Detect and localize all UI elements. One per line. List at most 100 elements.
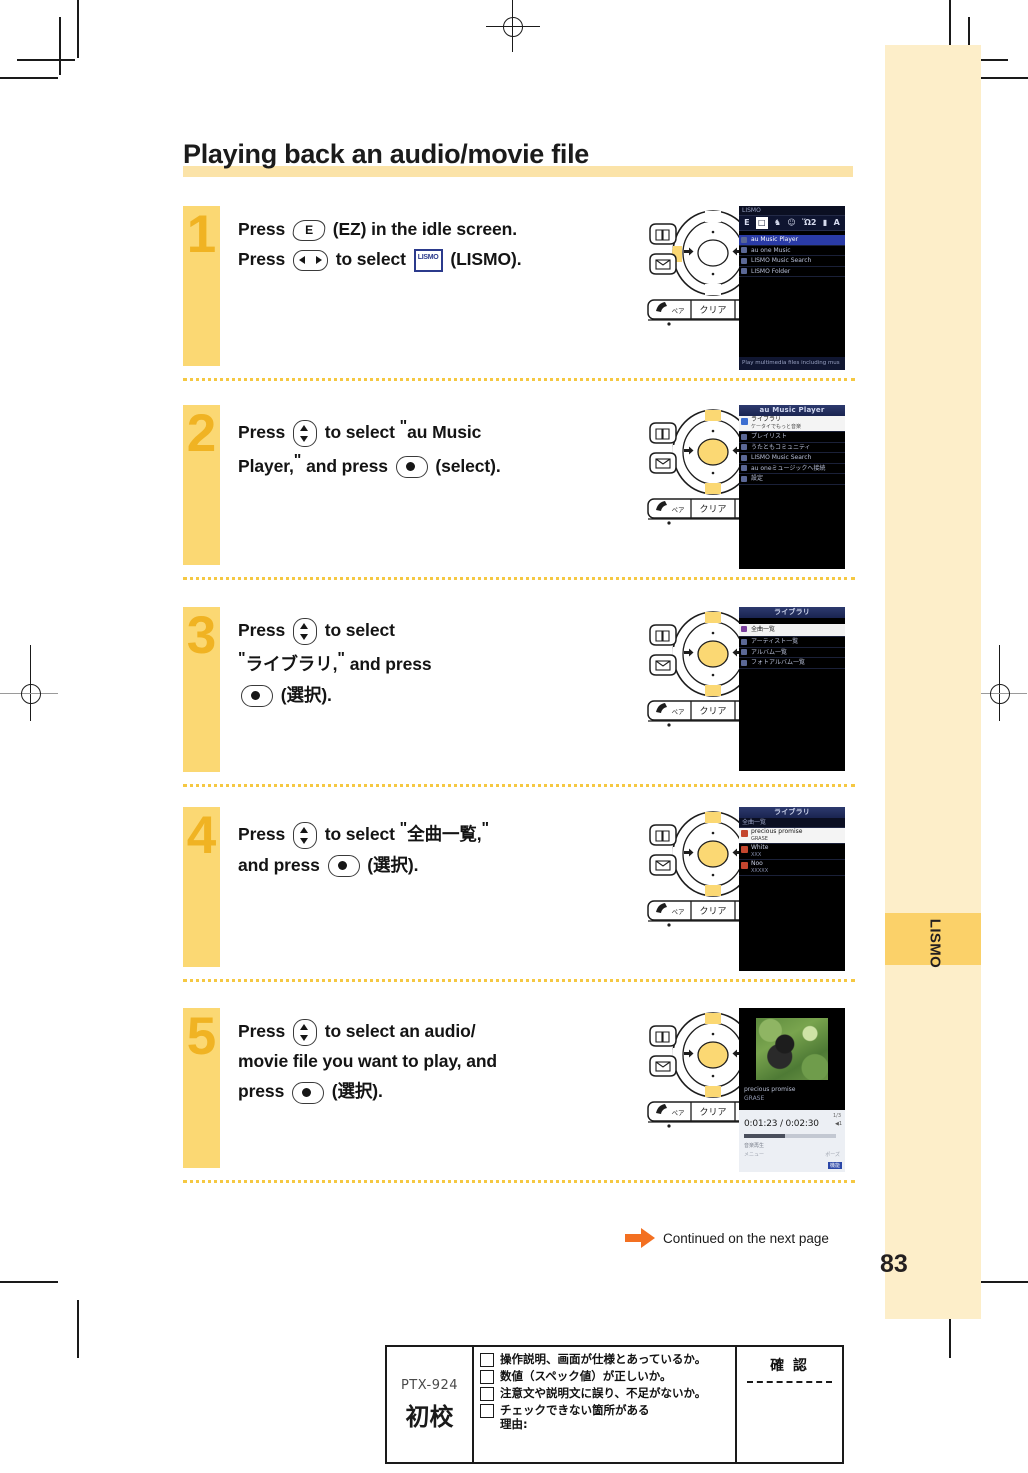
right-arrow-icon <box>625 1228 655 1248</box>
item-icon <box>741 465 747 472</box>
step-instruction-line: Press to select an audio/ <box>238 1016 578 1046</box>
bleed-mark-top-left-v <box>59 17 61 75</box>
phone-screen-track-list: ライブラリ 全曲一覧 precious promise GRASE White XX… <box>739 807 845 971</box>
japanese-term: 全曲一覧 <box>407 824 477 845</box>
step-4: 4 Press to select "全曲一覧," and press (選択). … <box>183 807 855 982</box>
center-select-key-icon <box>241 685 273 708</box>
proof-check-label: 数値（スペック値）が正しいか。 <box>500 1369 672 1383</box>
quote-mark: " <box>481 820 490 837</box>
japanese-term: ライブラリ <box>245 654 333 675</box>
track-index: 1/3 <box>832 1113 841 1119</box>
quote-mark: " <box>337 650 345 668</box>
step-divider <box>183 979 855 982</box>
track-icon <box>741 862 748 869</box>
checkbox-icon[interactable] <box>480 1387 494 1401</box>
menu-row[interactable]: フォトアルバム一覧 <box>739 658 845 669</box>
checkbox-icon[interactable] <box>480 1370 494 1384</box>
proof-confirm-label: 確 認 <box>770 1358 809 1374</box>
checkbox-icon[interactable] <box>480 1404 494 1418</box>
screen-title: ライブラリ <box>739 807 845 818</box>
step-instruction-text: Press E (EZ) in the idle screen. Press to… <box>238 214 578 274</box>
ez-key-icon: E <box>291 219 327 241</box>
screen-subtitle: 全曲一覧 <box>739 818 845 828</box>
menu-row[interactable]: LISMO Music Search <box>739 453 845 464</box>
step-divider <box>183 784 855 787</box>
svg-text:ペア: ペア <box>672 307 686 315</box>
step-instruction-line: "ライブラリ," and press <box>238 650 432 675</box>
quote-mark: " <box>293 451 302 469</box>
proof-stage-value: 初校 <box>405 1402 454 1431</box>
menu-row[interactable]: 全曲一覧 <box>739 624 845 637</box>
item-number-badge <box>741 247 747 254</box>
status-icon: A <box>833 218 840 227</box>
item-icon <box>741 433 747 440</box>
menu-row[interactable]: ライブラリ ケータイでもっと音楽 <box>739 416 845 432</box>
menu-row[interactable]: うたともコミュニティ <box>739 443 845 453</box>
crop-mark-bottom-left-v <box>77 1300 79 1358</box>
step-number: 1 <box>186 205 217 264</box>
proof-check-row[interactable]: 数値（スペック値）が正しいか。 <box>480 1369 735 1384</box>
menu-row[interactable]: アルバム一覧 <box>739 648 845 658</box>
svg-text:ペア: ペア <box>672 908 686 916</box>
item-icon <box>741 454 747 461</box>
volume-indicator: ◀︎1 <box>834 1121 842 1127</box>
menu-row[interactable]: LISMO Folder <box>739 267 845 277</box>
up-down-key-icon <box>292 821 317 849</box>
japanese-term: 選択 <box>337 1082 373 1103</box>
proof-check-items: 操作説明、画面が仕様とあっているか。 数値（スペック値）が正しいか。 注意文や説… <box>474 1347 737 1462</box>
step-3: 3 Press to select "ライブラリ," and press (選択).… <box>183 606 855 787</box>
menu-row[interactable]: au Music Player <box>739 235 845 246</box>
track-row[interactable]: Noo XXXXX <box>739 860 845 876</box>
proof-check-row[interactable]: 操作説明、画面が仕様とあっているか。 <box>480 1352 735 1367</box>
screen-title: LISMO <box>739 206 845 216</box>
svg-text:クリア: クリア <box>699 504 726 515</box>
step-divider <box>183 378 855 381</box>
lismo-key-icon: LISMO <box>413 248 443 272</box>
proof-confirm-rule <box>747 1381 832 1383</box>
proof-check-row[interactable]: チェックできない箇所がある 理由: <box>480 1403 735 1432</box>
track-icon <box>741 846 748 853</box>
progress-bar[interactable] <box>744 1134 836 1138</box>
japanese-term: 選択 <box>286 686 322 707</box>
menu-row[interactable]: LISMO Music Search <box>739 256 845 267</box>
step-instruction-line: Press to select <box>238 615 578 645</box>
checkbox-icon[interactable] <box>480 1353 494 1367</box>
quote-mark: " <box>399 418 408 435</box>
menu-row[interactable]: プレイリスト <box>739 432 845 443</box>
status-icon-bar: E □ ♞ ☺ Ὥ2 ▮ A <box>739 216 845 231</box>
page-side-band <box>885 45 981 1319</box>
step-divider <box>183 1180 855 1183</box>
playback-time: 0:01:23 / 0:02:30 <box>744 1119 819 1129</box>
step-divider <box>183 577 855 580</box>
status-icon: ☺ <box>787 218 796 227</box>
step-instruction-text: Press to select an audio/movie file you … <box>238 1016 578 1107</box>
menu-row[interactable]: 設定 <box>739 474 845 485</box>
status-icon: ♞ <box>773 218 782 227</box>
continued-note-label: Continued on the next page <box>663 1230 829 1246</box>
page-title: Playing back an audio/movie file <box>183 139 590 169</box>
status-icon: ▮ <box>822 218 828 227</box>
step-2: 2 Press to select "au Music Player," and p… <box>183 405 855 580</box>
proof-check-row[interactable]: 注意文や説明文に誤り、不足がないか。 <box>480 1386 735 1401</box>
proof-checklist-footer: PTX-924 初校 操作説明、画面が仕様とあっているか。 数値（スペック値）が… <box>385 1345 844 1464</box>
menu-row[interactable]: アーティスト一覧 <box>739 637 845 648</box>
screen-title: ライブラリ <box>739 607 845 618</box>
step-instruction-line: (選択). <box>238 680 578 711</box>
item-icon <box>741 418 748 425</box>
svg-text:ペア: ペア <box>672 1109 686 1117</box>
menu-row[interactable]: au oneミュージックへ接続 <box>739 464 845 474</box>
center-select-key-icon <box>291 1081 324 1104</box>
proof-check-label: 操作説明、画面が仕様とあっているか。 <box>500 1352 707 1366</box>
item-number-badge <box>741 257 747 264</box>
page-heading: Playing back an audio/movie file <box>183 139 853 177</box>
menu-row[interactable]: au one Music <box>739 246 845 256</box>
soft-key-label[interactable]: 機能 <box>827 1162 842 1169</box>
item-number-badge <box>741 236 747 243</box>
track-row[interactable]: White XXX <box>739 844 845 860</box>
status-icon: Ὥ2 <box>802 218 817 227</box>
step-number: 3 <box>186 606 217 665</box>
svg-text:ペア: ペア <box>672 708 686 716</box>
track-row[interactable]: precious promise GRASE <box>739 828 845 844</box>
proof-code-value: PTX-924 <box>400 1377 459 1393</box>
track-icon <box>741 830 748 837</box>
